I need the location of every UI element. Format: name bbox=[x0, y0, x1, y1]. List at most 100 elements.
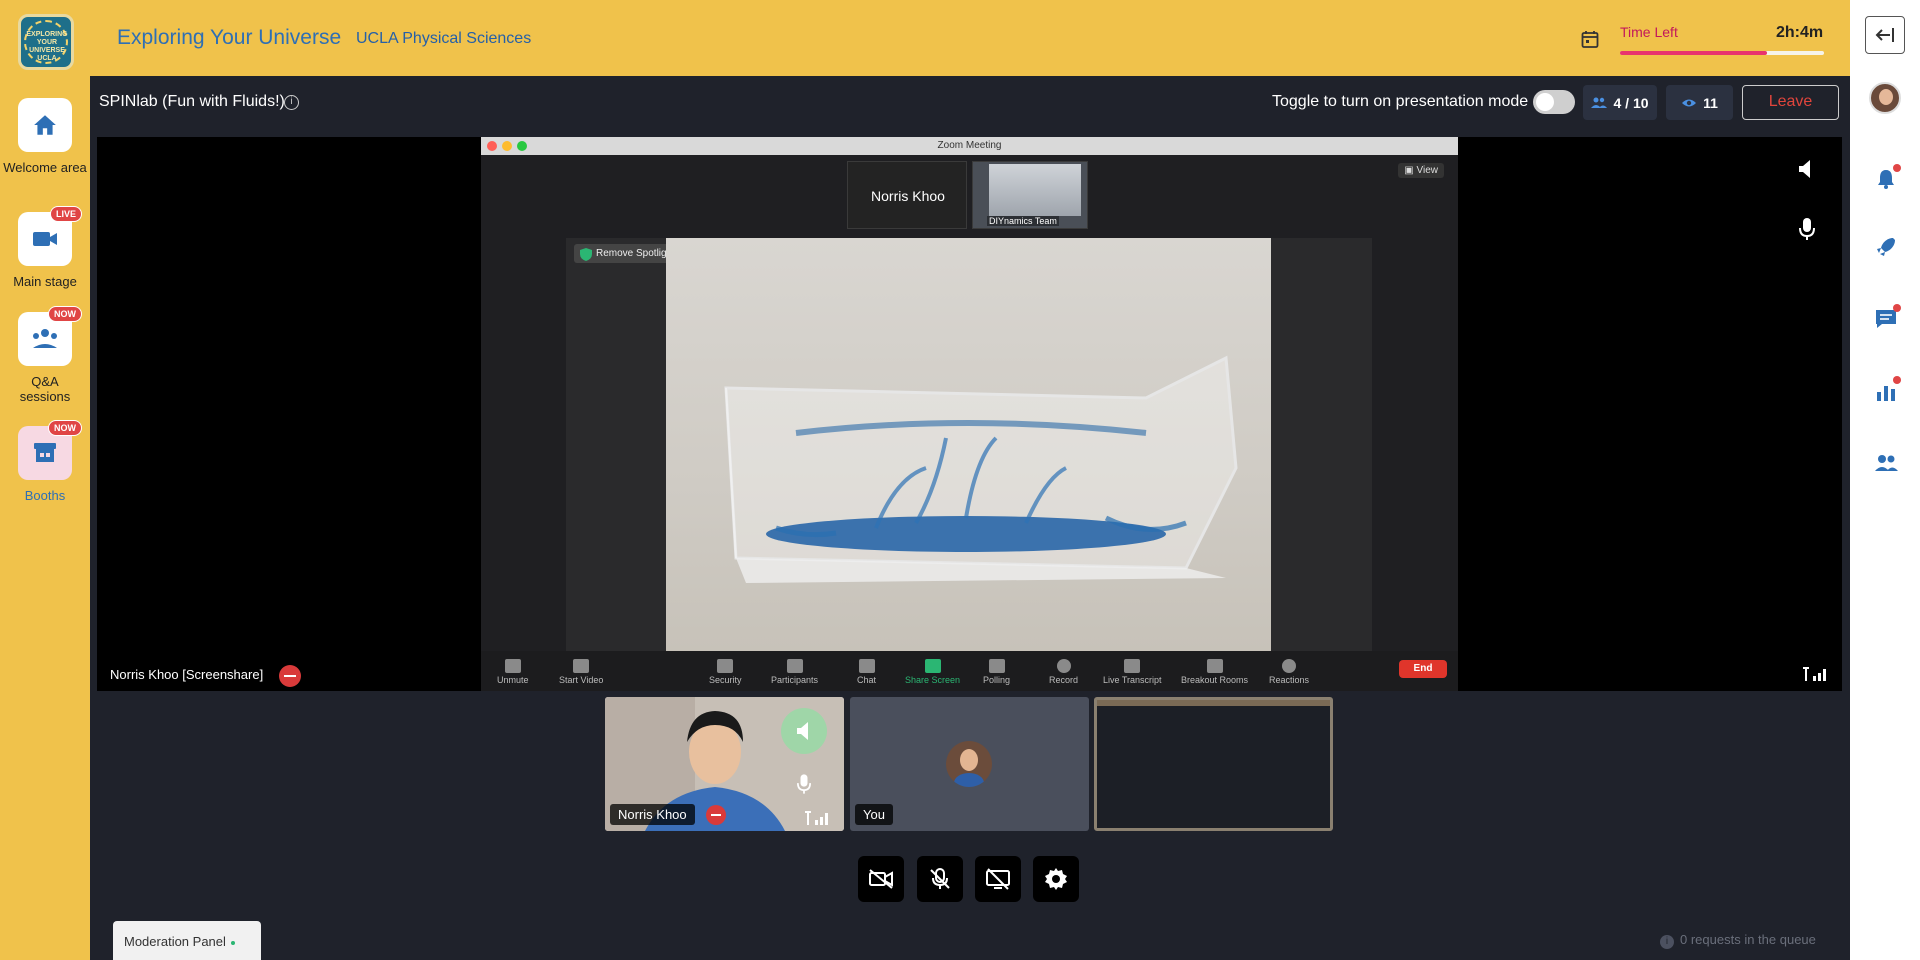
sidebar-item-label: Main stage bbox=[13, 274, 77, 289]
shield-icon bbox=[580, 248, 592, 261]
zoom-tool-label: Share Screen bbox=[905, 675, 961, 685]
zoom-record[interactable]: Record bbox=[1049, 659, 1078, 685]
gear-icon bbox=[1045, 868, 1067, 890]
zoom-tool-label: Participants bbox=[771, 675, 819, 685]
notifications-button[interactable] bbox=[1873, 164, 1901, 192]
speaker-icon bbox=[797, 722, 808, 740]
sidebar-tile[interactable]: LIVE bbox=[18, 206, 82, 266]
rocket-button[interactable] bbox=[1873, 234, 1899, 260]
zoom-meeting-window: Zoom Meeting Norris Khoo DIYnamics Team … bbox=[481, 137, 1458, 691]
sidebar-item-booths[interactable]: NOW Booths bbox=[0, 420, 90, 503]
participant-name: Norris Khoo bbox=[610, 804, 695, 825]
sidebar-item-label: Welcome area bbox=[3, 160, 87, 175]
zoom-start-video[interactable]: Start Video bbox=[559, 659, 603, 685]
moderation-panel-label: Moderation Panel bbox=[124, 934, 226, 949]
zoom-tool-label: Reactions bbox=[1269, 675, 1310, 685]
user-avatar[interactable] bbox=[1869, 82, 1901, 114]
toggle-camera-button[interactable] bbox=[858, 856, 904, 902]
main-stage-video: Zoom Meeting Norris Khoo DIYnamics Team … bbox=[97, 137, 1842, 691]
participant-tile[interactable] bbox=[1094, 697, 1333, 831]
event-logo[interactable]: EXPLORING YOUR UNIVERSE UCLA bbox=[18, 14, 74, 70]
remove-spotlight-label: Remove Spotlight bbox=[596, 248, 675, 259]
moderation-panel-tab[interactable]: Moderation Panel bbox=[113, 921, 261, 960]
toggle-screenshare-button[interactable] bbox=[975, 856, 1021, 902]
zoom-unmute[interactable]: Unmute bbox=[497, 659, 529, 685]
remove-participant-button[interactable] bbox=[706, 805, 726, 825]
thumbnail-name: Norris Khoo bbox=[871, 188, 945, 204]
video-icon bbox=[573, 659, 590, 673]
zoom-toolbar: Unmute Start Video Security Participants… bbox=[481, 651, 1458, 691]
left-sidebar: EXPLORING YOUR UNIVERSE UCLA Welcome are… bbox=[0, 0, 90, 960]
people-button[interactable] bbox=[1873, 450, 1899, 476]
sidebar-item-label: Q&A sessions bbox=[19, 374, 71, 404]
arrow-left-bar-icon bbox=[1875, 28, 1894, 42]
participant-tile[interactable]: Norris Khoo bbox=[605, 697, 844, 831]
spotlight-area: Remove Spotlight bbox=[566, 238, 1372, 651]
people-icon bbox=[1875, 455, 1898, 471]
zoom-participants[interactable]: Participants bbox=[771, 659, 818, 685]
zoom-thumbnail: DIYnamics Team bbox=[972, 161, 1088, 229]
zoom-window-titlebar: Zoom Meeting bbox=[481, 137, 1458, 155]
sidebar-tile[interactable]: NOW bbox=[18, 306, 82, 366]
speaking-indicator bbox=[781, 708, 827, 754]
participants-count[interactable]: 4 / 10 bbox=[1583, 85, 1657, 120]
viewers-count[interactable]: 11 bbox=[1666, 85, 1733, 120]
queue-text: 0 requests in the queue bbox=[1680, 932, 1816, 947]
cc-icon bbox=[1124, 659, 1141, 673]
sidebar-item-welcome-area[interactable]: Welcome area bbox=[0, 98, 90, 175]
signal-icon bbox=[1803, 667, 1826, 681]
sidebar-item-main-stage[interactable]: LIVE Main stage bbox=[0, 206, 90, 289]
share-screen-icon bbox=[924, 659, 941, 673]
zoom-share-screen[interactable]: Share Screen bbox=[905, 659, 960, 685]
camera-off-icon bbox=[869, 869, 893, 889]
remove-spotlight-button[interactable]: Remove Spotlight bbox=[574, 244, 681, 263]
close-dot bbox=[487, 141, 497, 151]
sidebar-tile[interactable] bbox=[18, 98, 72, 152]
zoom-chat[interactable]: Chat bbox=[857, 659, 876, 685]
speaker-icon[interactable] bbox=[1797, 159, 1815, 179]
status-dot bbox=[230, 940, 235, 945]
reaction-icon bbox=[1282, 659, 1297, 673]
polling-icon bbox=[988, 659, 1005, 673]
rocket-icon bbox=[1877, 238, 1895, 256]
right-rail bbox=[1850, 0, 1920, 960]
participants-count-value: 4 / 10 bbox=[1613, 94, 1649, 111]
mic-icon[interactable] bbox=[1799, 217, 1815, 241]
remove-screenshare-button[interactable] bbox=[279, 665, 301, 687]
people-icon bbox=[786, 659, 803, 673]
mic-off-icon bbox=[930, 868, 950, 889]
polls-button[interactable] bbox=[1873, 376, 1901, 404]
zoom-end-button[interactable]: End bbox=[1399, 660, 1447, 678]
chat-button[interactable] bbox=[1873, 304, 1901, 332]
queue-status: i 0 requests in the queue bbox=[1660, 932, 1816, 949]
zoom-live-transcript[interactable]: Live Transcript bbox=[1103, 659, 1162, 685]
video-camera-icon bbox=[33, 232, 57, 246]
zoom-view-button[interactable]: ▣ View bbox=[1398, 163, 1444, 178]
zoom-breakout-rooms[interactable]: Breakout Rooms bbox=[1181, 659, 1248, 685]
zoom-tool-label: Breakout Rooms bbox=[1181, 675, 1249, 685]
info-icon[interactable]: i bbox=[284, 95, 299, 110]
presentation-mode-toggle[interactable] bbox=[1533, 90, 1575, 114]
leave-button[interactable]: Leave bbox=[1742, 85, 1839, 120]
now-badge: NOW bbox=[48, 420, 82, 436]
collapse-panel-button[interactable] bbox=[1865, 16, 1905, 54]
notification-dot bbox=[1893, 304, 1901, 312]
zoom-thumbnail: Norris Khoo bbox=[847, 161, 967, 229]
toggle-mic-button[interactable] bbox=[917, 856, 963, 902]
zoom-polling[interactable]: Polling bbox=[983, 659, 1010, 685]
time-left-value: 2h:4m bbox=[1776, 24, 1824, 41]
booth-icon bbox=[34, 443, 56, 462]
screenshare-off-icon bbox=[986, 868, 1010, 890]
sidebar-item-qa-sessions[interactable]: NOW Q&A sessions bbox=[0, 306, 90, 404]
zoom-security[interactable]: Security bbox=[709, 659, 742, 685]
event-title: Exploring Your Universe bbox=[117, 26, 342, 49]
logo-text: EXPLORING YOUR UNIVERSE UCLA bbox=[26, 31, 68, 62]
participant-tile[interactable]: You bbox=[850, 697, 1089, 831]
shield-icon bbox=[717, 659, 734, 673]
zoom-tool-label: Chat bbox=[857, 675, 877, 685]
settings-button[interactable] bbox=[1033, 856, 1079, 902]
zoom-tool-label: Polling bbox=[983, 675, 1011, 685]
people-icon bbox=[1591, 97, 1608, 108]
sidebar-tile[interactable]: NOW bbox=[18, 420, 82, 480]
zoom-reactions[interactable]: Reactions bbox=[1269, 659, 1309, 685]
